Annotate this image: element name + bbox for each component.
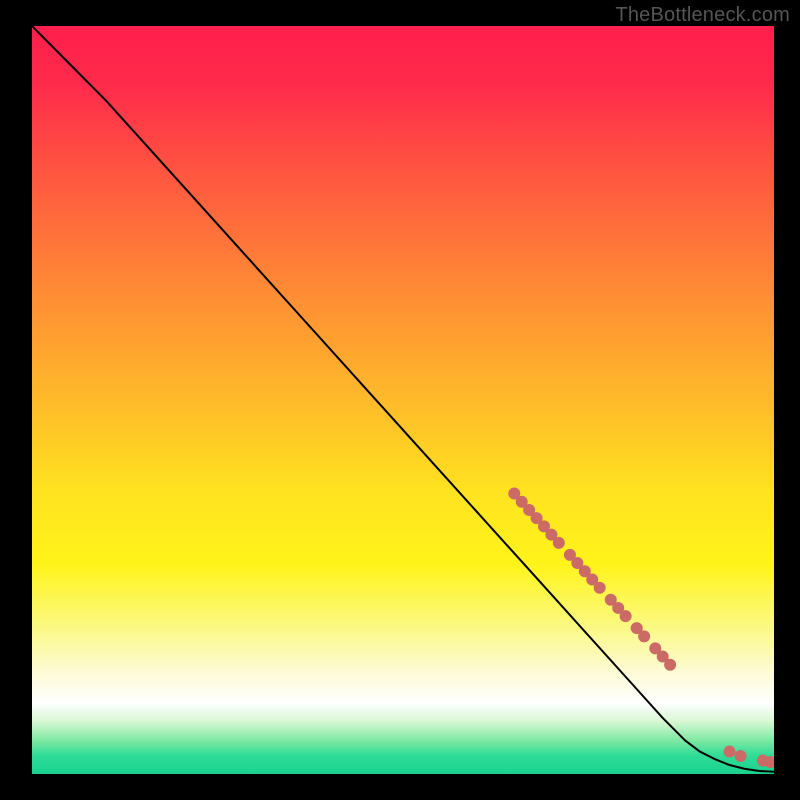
marker-point — [735, 750, 747, 762]
chart-frame: TheBottleneck.com — [0, 0, 800, 800]
chart-svg — [32, 26, 774, 774]
marker-point — [664, 659, 676, 671]
marker-point — [553, 537, 565, 549]
marker-point — [723, 746, 735, 758]
plot-area — [32, 26, 774, 774]
marker-point — [594, 582, 606, 594]
watermark-text: TheBottleneck.com — [615, 4, 790, 27]
marker-point — [638, 630, 650, 642]
marker-point — [620, 610, 632, 622]
